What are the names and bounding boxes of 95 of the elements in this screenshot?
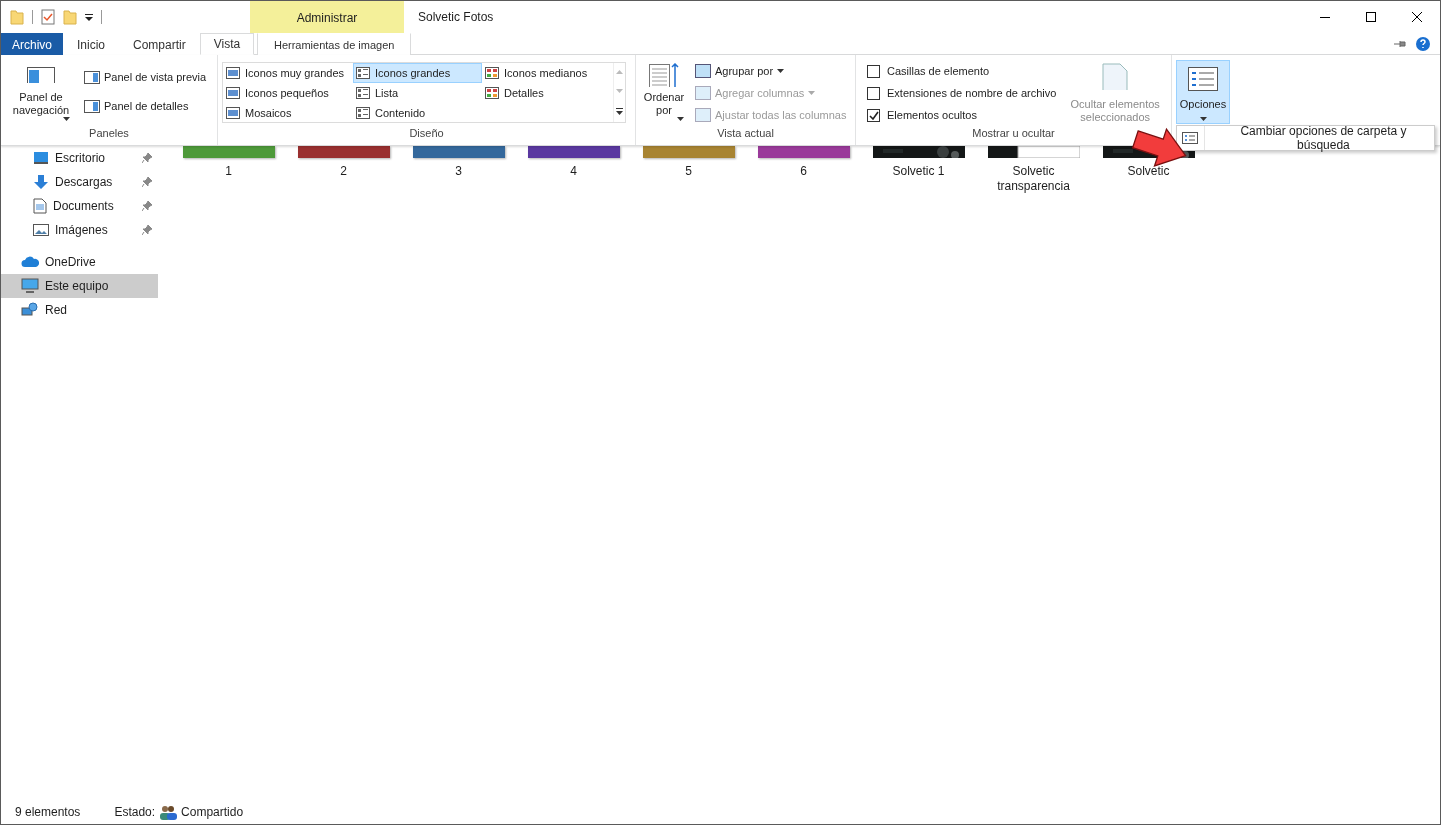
nav-item[interactable]: Escritorio [1,146,158,170]
pictures-icon [33,223,49,237]
view-command[interactable]: Agrupar por [692,60,850,82]
item-count: 9 elementos [15,805,81,819]
options-button[interactable]: Opciones [1176,60,1230,124]
view-icon [485,87,499,99]
checkbox-box[interactable] [867,108,880,122]
layout-option[interactable]: Iconos grandes [353,63,482,83]
view-icon [356,87,370,99]
download-arrow-icon [33,174,49,190]
sort-icon [649,63,679,87]
file-tab[interactable]: Archivo [1,33,63,55]
desktop-icon [33,151,49,165]
layout-option[interactable]: Detalles [482,83,612,103]
ribbon-tab[interactable]: Herramientas de imagen [257,33,412,55]
scroll-down-icon[interactable] [616,89,623,93]
pin-icon[interactable] [142,201,152,211]
group-label: Diseño [409,127,444,141]
properties-icon[interactable] [41,9,55,25]
nav-item[interactable]: Descargas [1,170,158,194]
status-value: Compartido [181,805,244,819]
checkbox-box[interactable] [867,64,880,78]
view-icon [485,67,499,79]
group-label: Vista actual [717,127,774,141]
help-icon[interactable] [1416,36,1430,51]
view-icon [226,87,240,99]
columns-icon [695,64,711,78]
minimize-icon [1320,16,1330,18]
cloud-icon [21,256,39,268]
nav-item[interactable]: Imágenes [1,218,158,242]
layout-option[interactable]: Iconos medianos [482,63,612,83]
nav-item[interactable]: Este equipo [1,274,158,298]
folder-icon[interactable] [63,9,77,25]
layout-option[interactable]: Iconos pequeños [223,83,353,103]
navigation-pane-button[interactable]: Panel de navegación [5,60,77,127]
layout-option[interactable]: Lista [353,83,482,103]
document-icon [33,198,47,214]
nav-item[interactable]: OneDrive [1,250,158,274]
pane-icon [84,99,100,113]
contextual-tab-group: Administrar [250,1,404,33]
nav-item[interactable]: Documents [1,194,158,218]
caret-icon [808,91,816,95]
scroll-up-icon[interactable] [616,70,623,75]
navigation-pane-icon [27,67,55,83]
folder-options-icon [1182,132,1199,144]
network-icon [21,302,39,318]
window-title: Solvetic Fotos [417,9,495,26]
caret-icon [777,69,785,73]
layout-option[interactable]: Mosaicos [223,103,353,123]
file-name[interactable]: 6 [758,164,849,179]
maximize-icon [1366,12,1376,22]
view-icon [226,67,240,79]
group-label: Mostrar u ocultar [972,127,1055,141]
pin-icon[interactable] [142,225,152,235]
view-icon [356,67,370,79]
file-name[interactable]: Solvetic [1103,164,1194,179]
nav-item[interactable]: Red [1,298,158,322]
file-name[interactable]: 3 [413,164,504,179]
options-icon [1188,67,1218,91]
group-label: Paneles [89,127,129,141]
pane-button[interactable]: Panel de vista previa [81,66,210,88]
file-name[interactable]: 4 [528,164,619,179]
status-label: Estado: [114,805,156,819]
sort-button[interactable]: Ordenar por [640,60,688,127]
folder-icon[interactable] [10,9,24,25]
file-name[interactable]: 5 [643,164,734,179]
caret-icon [677,117,684,121]
caret-icon [63,117,70,121]
pin-icon[interactable] [1394,39,1406,48]
file-name[interactable]: 1 [183,164,274,179]
view-icon [226,107,240,119]
checkbox[interactable]: Extensiones de nombre de archivo [864,82,1060,104]
document-icon [1102,63,1129,90]
caret-icon [1199,117,1207,121]
view-icon [356,107,370,119]
columns-icon [695,86,711,100]
checkbox[interactable]: Casillas de elemento [864,60,1060,82]
customize-icon[interactable] [85,13,93,21]
computer-icon [21,278,39,294]
file-name[interactable]: 2 [298,164,389,179]
checkbox-box[interactable] [867,86,880,100]
layout-option[interactable]: Iconos muy grandes [223,63,353,83]
layout-option[interactable]: Contenido [353,103,482,123]
pin-icon[interactable] [142,177,152,187]
pane-icon [84,70,100,84]
pin-icon[interactable] [142,153,152,163]
more-icon[interactable] [616,107,623,115]
ribbon-tab[interactable]: Vista [199,33,255,55]
file-name[interactable]: Solvetic transparencia [988,164,1079,194]
columns-icon [695,108,711,122]
users-icon [159,804,178,820]
file-name[interactable]: Solvetic 1 [873,164,964,179]
pane-button[interactable]: Panel de detalles [81,95,210,117]
close-icon [1412,12,1422,22]
checkbox[interactable]: Elementos ocultos [864,104,1060,126]
